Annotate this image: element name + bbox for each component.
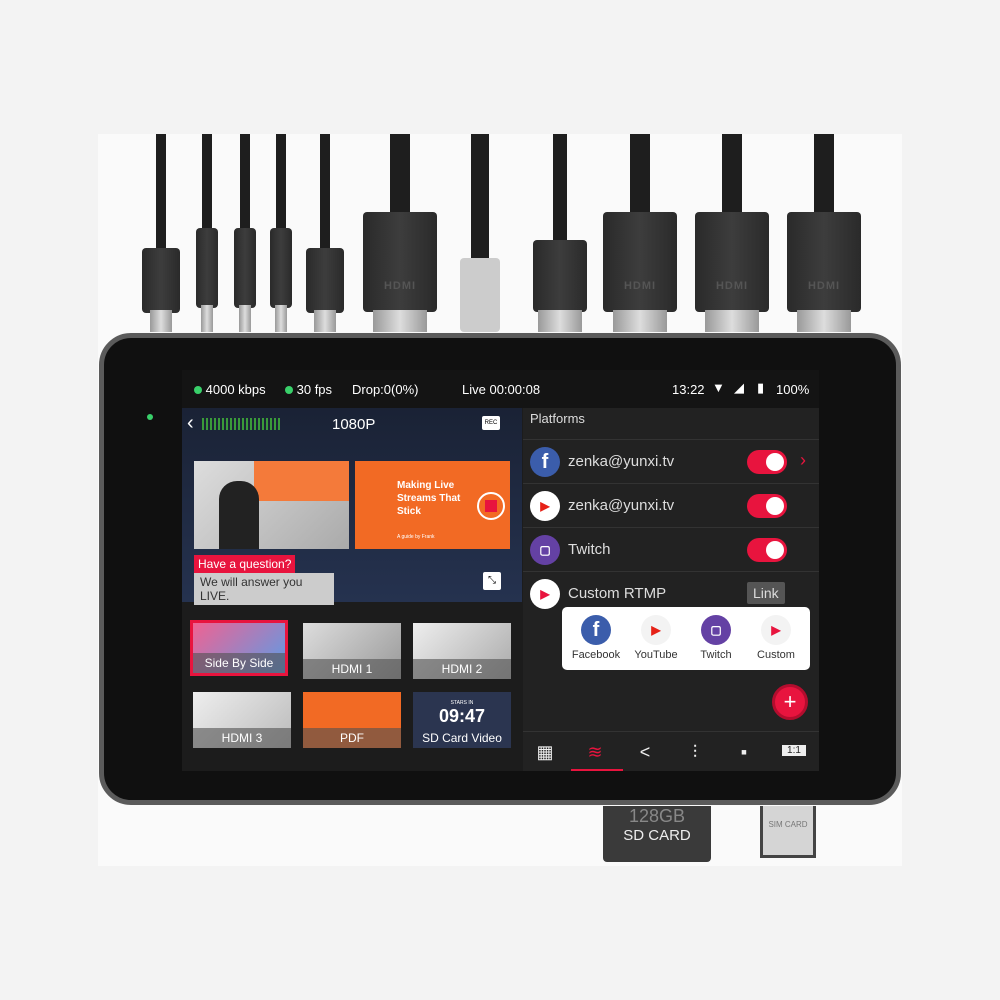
platforms-title: Platforms: [530, 411, 585, 426]
screen: 4000 kbps 30 fps Drop:0(0%) Live 00:00:0…: [182, 370, 819, 771]
slide-feed: Making Live Streams That Stick A guide b…: [355, 461, 510, 549]
battery-level: 100%: [776, 382, 810, 397]
chevron-right-icon[interactable]: ›: [800, 450, 806, 471]
scene-sd-card-video[interactable]: STARS IN 09:47 SD Card Video: [413, 692, 511, 748]
add-platform-button[interactable]: +: [772, 684, 808, 720]
comments-icon[interactable]: ▪: [732, 742, 756, 763]
bitrate: 4000 kbps: [194, 382, 266, 397]
expand-icon[interactable]: ⤡: [483, 572, 501, 590]
active-tab-indicator: [571, 769, 623, 771]
add-facebook[interactable]: f Facebook: [566, 615, 626, 661]
twitch-icon: ▢: [530, 535, 560, 565]
facebook-toggle[interactable]: [747, 450, 787, 474]
youtube-toggle[interactable]: [747, 494, 787, 518]
twitch-toggle[interactable]: [747, 538, 787, 562]
platform-row-twitch[interactable]: ▢ Twitch: [523, 527, 819, 571]
share-icon[interactable]: <: [633, 742, 657, 763]
scene-hdmi-3[interactable]: HDMI 3: [193, 692, 291, 748]
custom-rtmp-icon: ▶: [530, 579, 560, 609]
record-icon[interactable]: REC: [482, 416, 500, 430]
layers-icon[interactable]: ≋: [583, 742, 607, 763]
scene-side-by-side[interactable]: Side By Side: [190, 620, 288, 676]
resolution[interactable]: 1080P: [332, 416, 375, 433]
status-bar: 4000 kbps 30 fps Drop:0(0%) Live 00:00:0…: [182, 370, 819, 408]
mixer-icon[interactable]: ⫶: [683, 742, 707, 763]
power-led: [147, 414, 153, 420]
camera-feed: [194, 461, 349, 549]
scene-pdf[interactable]: PDF: [303, 692, 401, 748]
drop-rate: Drop:0(0%): [352, 382, 419, 397]
stop-record-button[interactable]: [477, 492, 505, 520]
back-icon[interactable]: ‹: [187, 412, 194, 435]
audio-meter: [202, 418, 280, 430]
sim-card: SIM CARD: [760, 806, 816, 858]
fps: 30 fps: [285, 382, 332, 397]
lower-third-title: Have a question?: [194, 555, 296, 573]
scene-hdmi-2[interactable]: HDMI 2: [413, 623, 511, 679]
wifi-icon: ▼: [712, 380, 725, 395]
program-preview: ‹ 1080P REC Making Live Streams That Sti…: [182, 408, 522, 605]
preview-panel: ‹ 1080P REC Making Live Streams That Sti…: [182, 408, 522, 771]
link-button[interactable]: Link: [747, 582, 785, 604]
live-timer: Live 00:00:08: [462, 382, 541, 397]
add-platform-menu: f Facebook ▶ YouTube ▢ Twitch ▶ Custom: [562, 607, 810, 670]
sd-card: 128GB SD CARD: [603, 806, 711, 862]
battery-icon: ▮: [757, 380, 765, 395]
add-twitch[interactable]: ▢ Twitch: [686, 615, 746, 661]
scene-hdmi-1[interactable]: HDMI 1: [303, 623, 401, 679]
add-custom[interactable]: ▶ Custom: [746, 615, 806, 661]
platforms-panel: Platforms f zenka@yunxi.tv › ▶ zenka@yun…: [523, 408, 819, 771]
platform-row-youtube[interactable]: ▶ zenka@yunxi.tv: [523, 483, 819, 527]
layout-icon[interactable]: ▦: [533, 742, 557, 763]
aspect-ratio-icon[interactable]: 1:1: [782, 745, 806, 756]
youtube-icon: ▶: [530, 491, 560, 521]
add-youtube[interactable]: ▶ YouTube: [626, 615, 686, 661]
signal-icon: ◢: [734, 380, 744, 395]
lower-third-subtitle: We will answer you LIVE.: [194, 573, 334, 605]
bottom-nav: ▦ ≋ < ⫶ ▪ 1:1: [523, 731, 819, 771]
facebook-icon: f: [530, 447, 560, 477]
platform-row-facebook[interactable]: f zenka@yunxi.tv ›: [523, 439, 819, 483]
clock: 13:22: [672, 382, 705, 397]
